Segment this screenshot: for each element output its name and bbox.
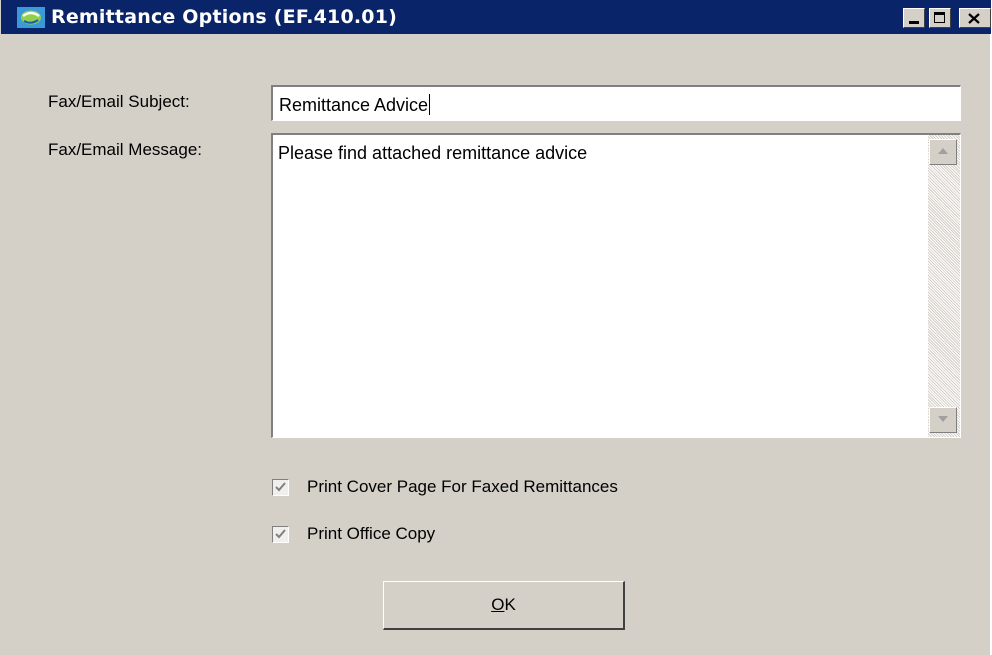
text-caret (429, 94, 431, 115)
minimize-icon (909, 21, 919, 24)
scroll-down-arrow-icon (938, 416, 948, 422)
message-textarea[interactable]: Please find attached remittance advice (271, 133, 961, 438)
print-office-copy-checkbox[interactable] (272, 526, 289, 543)
checkmark-icon (275, 482, 286, 492)
scroll-up-arrow-icon (938, 148, 948, 154)
app-globe-icon (17, 7, 45, 28)
title-bar[interactable]: Remittance Options (EF.410.01) (1, 0, 991, 34)
ok-label-rest: K (504, 595, 516, 614)
checkmark-icon (275, 529, 286, 539)
scroll-up-button[interactable] (929, 139, 957, 165)
print-cover-page-checkbox[interactable] (272, 479, 289, 496)
minimize-button[interactable] (903, 8, 925, 28)
subject-label: Fax/Email Subject: (48, 92, 190, 111)
subject-value: Remittance Advice (279, 95, 429, 115)
scroll-down-button[interactable] (929, 407, 957, 433)
maximize-icon (934, 12, 945, 23)
remittance-options-dialog: Remittance Options (EF.410.01) Fax/Email… (0, 0, 991, 655)
print-cover-page-label: Print Cover Page For Faxed Remittances (307, 477, 618, 496)
print-office-copy-label: Print Office Copy (307, 524, 436, 543)
ok-button[interactable]: OK (383, 581, 625, 630)
close-button[interactable] (959, 8, 991, 28)
ok-mnemonic: O (491, 595, 505, 614)
message-label: Fax/Email Message: (48, 140, 202, 159)
maximize-button[interactable] (929, 8, 951, 28)
window-title: Remittance Options (EF.410.01) (51, 6, 398, 28)
subject-input[interactable]: Remittance Advice (271, 85, 961, 121)
message-value: Please find attached remittance advice (278, 143, 588, 163)
message-scrollbar[interactable] (928, 135, 960, 437)
close-icon (968, 13, 980, 24)
